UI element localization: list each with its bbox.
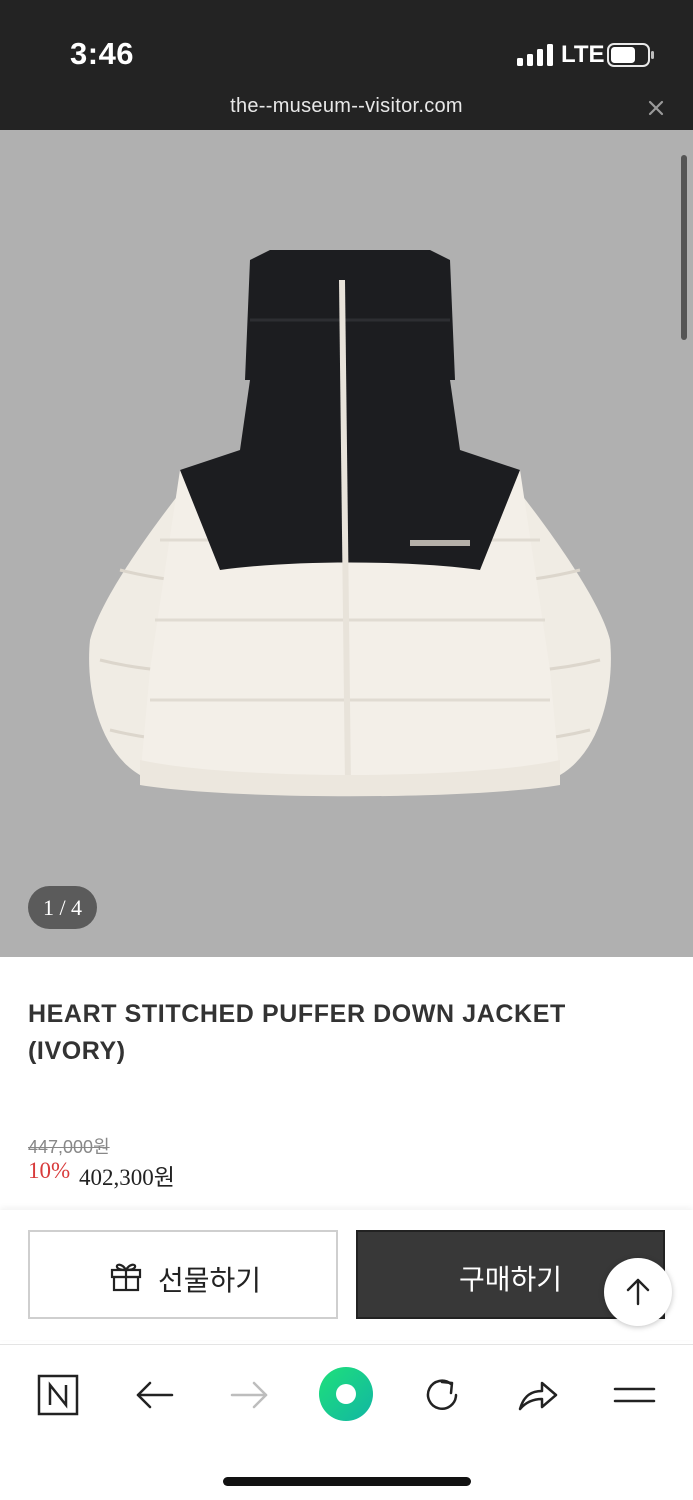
signal-icon [517,44,553,66]
forward-arrow-icon[interactable] [228,1373,272,1417]
scroll-to-top-button[interactable] [604,1258,672,1326]
product-image-gallery[interactable]: 1 / 4 [0,130,693,957]
network-label: LTE [561,41,605,68]
puffer-jacket-photo [89,250,611,797]
sale-price: 402,300원 [79,1165,175,1190]
naver-n-icon[interactable] [36,1373,80,1417]
image-counter: 1 / 4 [28,886,97,929]
url-bar[interactable]: the--museum--visitor.com [0,88,693,130]
back-arrow-icon[interactable] [132,1373,176,1417]
share-icon[interactable] [516,1373,560,1417]
status-bar: 3:46 LTE [0,0,693,88]
scrollbar[interactable] [681,155,687,340]
battery-icon [607,43,654,67]
close-icon[interactable] [643,95,669,121]
gift-icon [110,1263,142,1292]
menu-icon[interactable] [612,1373,656,1417]
home-indicator[interactable] [223,1477,471,1486]
gift-button-label: 선물하기 [158,1265,262,1296]
browser-toolbar [0,1344,693,1500]
product-title: HEART STITCHED PUFFER DOWN JACKET (IVORY… [28,1000,566,1065]
url-text[interactable]: the--museum--visitor.com [0,95,693,118]
original-price: 447,000원 [28,1137,110,1157]
reload-icon[interactable] [420,1373,464,1417]
gift-button[interactable]: 선물하기 [28,1230,338,1319]
arrow-up-icon [626,1278,650,1306]
green-dot-icon[interactable] [318,1366,374,1422]
status-time: 3:46 [70,36,135,71]
discount-rate: 10% [28,1158,71,1183]
